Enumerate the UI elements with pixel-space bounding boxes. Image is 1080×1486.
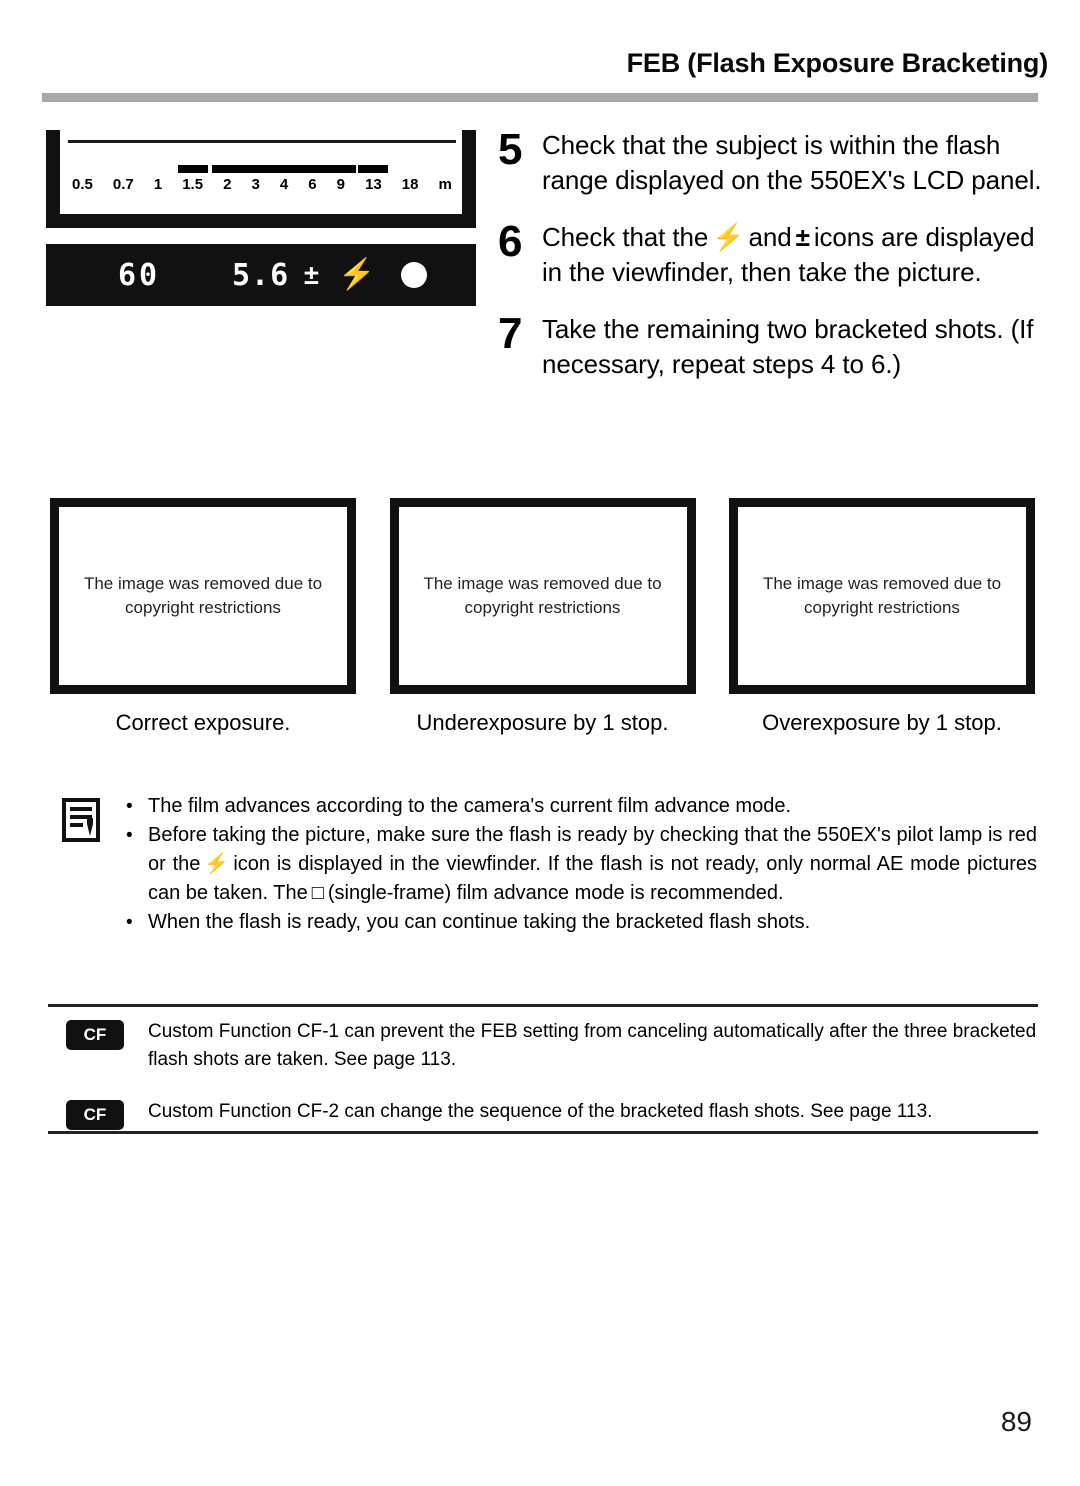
scale-bar-segment xyxy=(325,165,356,173)
scale-tick: 1.5 xyxy=(177,165,208,193)
step-text: Take the remaining two bracketed shots. … xyxy=(542,314,1034,379)
photo-caption: Correct exposure. xyxy=(115,710,291,735)
step-number: 7 xyxy=(498,309,523,358)
flash-bolt-icon: ⚡ xyxy=(712,222,745,252)
focus-confirmation-dot-icon xyxy=(401,262,427,288)
step-5: 5 Check that the subject is within the f… xyxy=(498,128,1043,198)
step-text-before: Check that the xyxy=(542,222,709,252)
scale-tick-label: 9 xyxy=(336,176,346,193)
scale-tick-label: 6 xyxy=(308,176,317,193)
step-number: 6 xyxy=(498,217,523,266)
note-bullet: • xyxy=(126,796,133,817)
page-title: FEB (Flash Exposure Bracketing) xyxy=(626,48,1049,78)
scale-tick: 2 xyxy=(212,165,243,193)
scale-tick-label: 13 xyxy=(365,176,382,193)
lcd-top-rule xyxy=(68,140,456,143)
note-item: • Before taking the picture, make sure t… xyxy=(126,821,1037,908)
step-number: 5 xyxy=(498,125,523,174)
custom-function-row-cf2: CF Custom Function CF-2 can change the s… xyxy=(66,1098,1038,1130)
photo-caption: Overexposure by 1 stop. xyxy=(762,710,1002,735)
manual-page: FEB (Flash Exposure Bracketing) 0.5 0.7 … xyxy=(0,0,1080,1486)
scale-tick-label: 1 xyxy=(153,176,163,193)
step-text-middle: and xyxy=(748,222,792,252)
note-text: The film advances according to the camer… xyxy=(148,795,792,817)
viewfinder-display: 60 5.6 ± ⚡ xyxy=(46,244,476,306)
photo-frame: The image was removed due to copyright r… xyxy=(389,498,696,694)
photo-frame: The image was removed due to copyright r… xyxy=(729,498,1035,694)
scale-tick: 1 xyxy=(154,177,162,192)
note-bullet: • xyxy=(126,825,133,846)
example-photos: The image was removed due to copyright r… xyxy=(50,498,1035,736)
note-text-after: (single-frame) film advance mode is reco… xyxy=(327,882,784,904)
distance-scale: 0.5 0.7 1 1.5 2 3 4 6 9 13 18 m xyxy=(66,165,458,193)
photo-cell-overexposed: The image was removed due to copyright r… xyxy=(729,498,1035,736)
scale-unit-label: m xyxy=(438,176,452,193)
page-number: 89 xyxy=(1000,1406,1032,1437)
viewfinder-aperture: 5.6 xyxy=(232,257,290,293)
page-header: FEB (Flash Exposure Bracketing) xyxy=(40,48,1049,79)
photo-caption: Underexposure by 1 stop. xyxy=(416,710,669,735)
scale-tick: 0.5 xyxy=(72,177,93,192)
cf-text: Custom Function CF-1 can prevent the FEB… xyxy=(148,1021,1037,1070)
scale-bar-segment xyxy=(297,165,328,173)
header-divider xyxy=(42,93,1038,102)
scale-tick: 13 xyxy=(358,165,389,193)
display-illustrations: 0.5 0.7 1 1.5 2 3 4 6 9 13 18 m 60 5.6 ±… xyxy=(46,130,476,306)
scale-tick-label: 3 xyxy=(251,176,260,193)
scale-bar-segment xyxy=(177,165,208,173)
photo-cell-underexposed: The image was removed due to copyright r… xyxy=(389,498,696,736)
scale-unit: m xyxy=(439,177,452,192)
scale-bar-segment xyxy=(358,165,389,173)
cf-badge: CF xyxy=(66,1100,124,1130)
cf-badge: CF xyxy=(66,1020,124,1050)
scale-tick-label: 2 xyxy=(223,176,232,193)
scale-tick-label: 4 xyxy=(279,176,289,193)
exposure-compensation-icon: ± xyxy=(795,222,810,252)
custom-functions-divider xyxy=(48,1131,1038,1134)
note-text: When the flash is ready, you can continu… xyxy=(148,911,811,933)
scale-tick: 3 xyxy=(240,165,271,193)
scale-tick-label: 1.5 xyxy=(182,176,204,193)
photo-placeholder-text: The image was removed due to copyright r… xyxy=(83,574,323,617)
scale-tick: 9 xyxy=(325,165,356,193)
note-text: Before taking the picture, make sure the… xyxy=(148,821,1037,908)
scale-bar-segment xyxy=(212,165,243,173)
notes-divider xyxy=(48,1004,1038,1007)
scale-bar-segment xyxy=(240,165,271,173)
photo-placeholder-text: The image was removed due to copyright r… xyxy=(762,574,1002,617)
notes-list: • The film advances according to the cam… xyxy=(126,792,1037,937)
exposure-compensation-icon: ± xyxy=(304,259,319,290)
note-pencil-icon xyxy=(62,798,102,842)
scale-tick: 6 xyxy=(297,165,328,193)
cf-text: Custom Function CF-2 can change the sequ… xyxy=(148,1101,933,1122)
scale-tick: 0.7 xyxy=(113,177,134,192)
viewfinder-shutter-speed: 60 xyxy=(118,257,161,293)
scale-tick: 4 xyxy=(269,165,300,193)
step-6: 6 Check that the ⚡ and ± icons are displayed… xyxy=(498,220,1043,290)
flash-range-lcd-panel: 0.5 0.7 1 1.5 2 3 4 6 9 13 18 m xyxy=(46,130,476,228)
note-item: • The film advances according to the cam… xyxy=(126,792,1037,821)
notes-section: • The film advances according to the cam… xyxy=(62,792,1037,937)
custom-function-row-cf1: CF Custom Function CF-1 can prevent the … xyxy=(66,1018,1038,1074)
scale-tick: 18 xyxy=(402,177,419,192)
step-text: Check that the subject is within the fla… xyxy=(542,130,1042,195)
step-text: Check that the ⚡ and ± icons are displayed i… xyxy=(542,220,1043,290)
single-frame-square-icon: □ xyxy=(311,882,324,904)
scale-tick-label: 18 xyxy=(401,176,419,193)
photo-cell-correct: The image was removed due to copyright r… xyxy=(50,498,356,736)
scale-bar-segment xyxy=(269,165,300,173)
flash-bolt-icon: ⚡ xyxy=(338,258,376,291)
instruction-steps: 5 Check that the subject is within the f… xyxy=(498,128,1043,404)
scale-tick-label: 0.5 xyxy=(72,176,93,193)
flash-bolt-icon: ⚡ xyxy=(204,853,230,875)
step-7: 7 Take the remaining two bracketed shots… xyxy=(498,312,1043,382)
photo-frame: The image was removed due to copyright r… xyxy=(50,498,356,694)
note-item: • When the flash is ready, you can conti… xyxy=(126,908,1037,937)
note-bullet: • xyxy=(126,912,133,933)
photo-placeholder-text: The image was removed due to copyright r… xyxy=(423,574,662,617)
scale-tick-label: 0.7 xyxy=(112,176,134,193)
